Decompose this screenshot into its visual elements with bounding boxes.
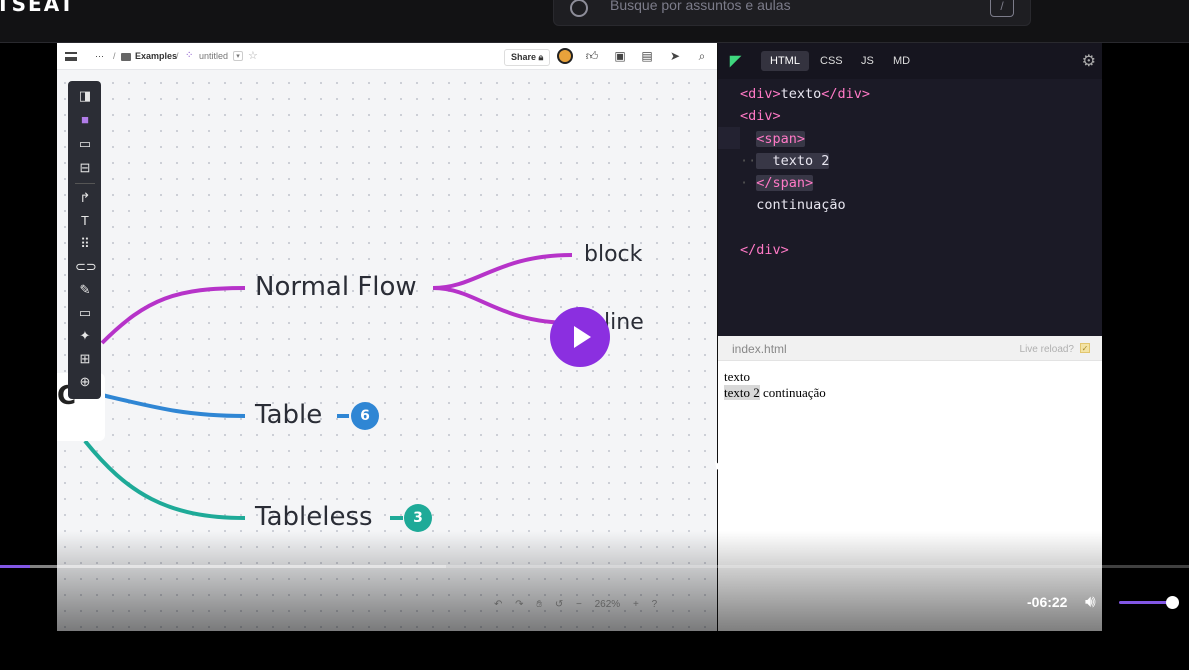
code-content[interactable]: <div>texto</div> <div> <span> ·· texto 2 · … (740, 83, 870, 261)
flems-logo-icon: ◤ (730, 52, 741, 68)
output-line: texto 2 continuação (724, 385, 826, 401)
code-line: <div> (740, 108, 781, 125)
node-tableless-count-badge[interactable]: 3 (404, 504, 432, 532)
output-selection: texto 2 (724, 385, 760, 400)
code-line: continuação (740, 197, 846, 214)
volume-slider-handle[interactable] (1166, 596, 1179, 609)
tab-js[interactable]: JS (852, 51, 883, 71)
branch-line-inline (432, 286, 573, 325)
node-normal-flow[interactable]: Normal Flow (255, 272, 417, 302)
output-text: continuação (759, 385, 826, 400)
video-player[interactable]: ··· / Examples / ⁘ untitled ▾ ☆ Share 🔒︎… (57, 43, 1102, 631)
node-tableless[interactable]: Tableless (255, 502, 373, 532)
branch-line-normal-flow (100, 286, 246, 345)
branch-line-block (432, 253, 573, 290)
preview-output: texto texto 2 continuação (724, 369, 826, 401)
connector-tool-icon[interactable]: ↱ (75, 189, 95, 207)
device-tool-icon[interactable]: ▭ (75, 135, 95, 153)
code-line: · </span> (740, 175, 814, 192)
zoom-level[interactable]: 262% (595, 599, 621, 610)
search-bar[interactable]: Busque por assuntos e aulas / (553, 0, 1031, 26)
preview-tabbar: index.html Live reload? ✓ (718, 336, 1102, 361)
tab-css[interactable]: CSS (811, 51, 852, 71)
branch-line-table (101, 393, 246, 418)
site-header: TSEAT Busque por assuntos e aulas / (0, 0, 1189, 43)
redo-icon[interactable]: ↷ (515, 599, 523, 610)
preview-filename[interactable]: index.html (732, 342, 787, 356)
editor-tabs: ◤ HTML CSS JS MD ⚙ (718, 43, 1102, 79)
volume-icon[interactable]: 🔊︎ (1085, 592, 1107, 612)
code-line: <div>texto</div> (740, 86, 871, 102)
zoom-in-icon[interactable]: + (633, 599, 639, 610)
live-reload-checkbox[interactable]: ✓ (1080, 343, 1090, 353)
add-tool-icon[interactable]: ⊕ (75, 373, 95, 391)
code-editor[interactable]: ◤ HTML CSS JS MD ⚙ <div>texto</div> <div>… (718, 43, 1102, 336)
canvas-controls: ↶ ↷ ✋︎ ↺ − 262% + ? (494, 599, 667, 619)
toolbar-divider (75, 183, 95, 184)
grid-tool-icon[interactable]: ⠿ (75, 235, 95, 253)
mindmap-connections (83, 253, 573, 520)
volume-slider[interactable] (1119, 601, 1173, 604)
code-line: <span> (756, 130, 806, 147)
pen-tool-icon[interactable]: ✎ (75, 281, 95, 299)
node-table[interactable]: Table (255, 400, 322, 430)
branch-line-tableless (83, 439, 246, 520)
search-icon (570, 0, 588, 17)
text-tool-icon[interactable]: T (75, 212, 95, 230)
node-block[interactable]: block (584, 242, 642, 267)
undo-icon[interactable]: ↶ (494, 599, 502, 610)
site-logo[interactable]: TSEAT (0, 0, 75, 16)
progress-bar[interactable] (0, 565, 1189, 568)
output-line: texto (724, 369, 750, 384)
gear-icon[interactable]: ⚙ (1082, 51, 1096, 71)
search-shortcut-key: / (990, 0, 1014, 17)
card-tool-icon[interactable]: ◨ (75, 87, 95, 105)
whimsical-toolbar: ◨ ■ ▭ ⊟ ↱ T ⠿ ⊂⊃ ✎ ▭ ✦ ⊞ ⊕ (68, 81, 101, 399)
progress-played (0, 565, 30, 568)
code-line: </div> (740, 242, 789, 259)
link-tool-icon[interactable]: ⊂⊃ (75, 258, 97, 276)
help-button[interactable]: ? (652, 599, 658, 610)
live-reload-label: Live reload? (1019, 344, 1074, 355)
node-table-count-badge[interactable]: 6 (351, 402, 379, 430)
hand-icon[interactable]: ✋︎ (536, 599, 542, 610)
section-tool-icon[interactable]: ▭ (75, 304, 95, 322)
time-remaining: -06:22 (1027, 594, 1068, 610)
mindmap-tool-icon[interactable]: ⊟ (75, 159, 95, 177)
preview-panel: index.html Live reload? ✓ texto texto 2 … (718, 336, 1102, 631)
ai-sparkle-icon[interactable]: ✦ (75, 327, 95, 345)
play-button[interactable] (550, 307, 610, 367)
progress-buffered (0, 565, 446, 568)
tab-md[interactable]: MD (884, 51, 919, 71)
code-line: ·· texto 2 (740, 152, 830, 169)
template-tool-icon[interactable]: ⊞ (75, 350, 95, 368)
active-line-gutter (718, 127, 740, 149)
tab-html[interactable]: HTML (761, 51, 809, 71)
search-input[interactable]: Busque por assuntos e aulas (610, 0, 791, 13)
history-icon[interactable]: ↺ (555, 599, 563, 610)
sticky-note-tool-icon[interactable]: ■ (75, 111, 95, 129)
whimsical-canvas[interactable]: ··· / Examples / ⁘ untitled ▾ ☆ Share 🔒︎… (57, 43, 717, 631)
zoom-out-icon[interactable]: − (576, 599, 582, 610)
